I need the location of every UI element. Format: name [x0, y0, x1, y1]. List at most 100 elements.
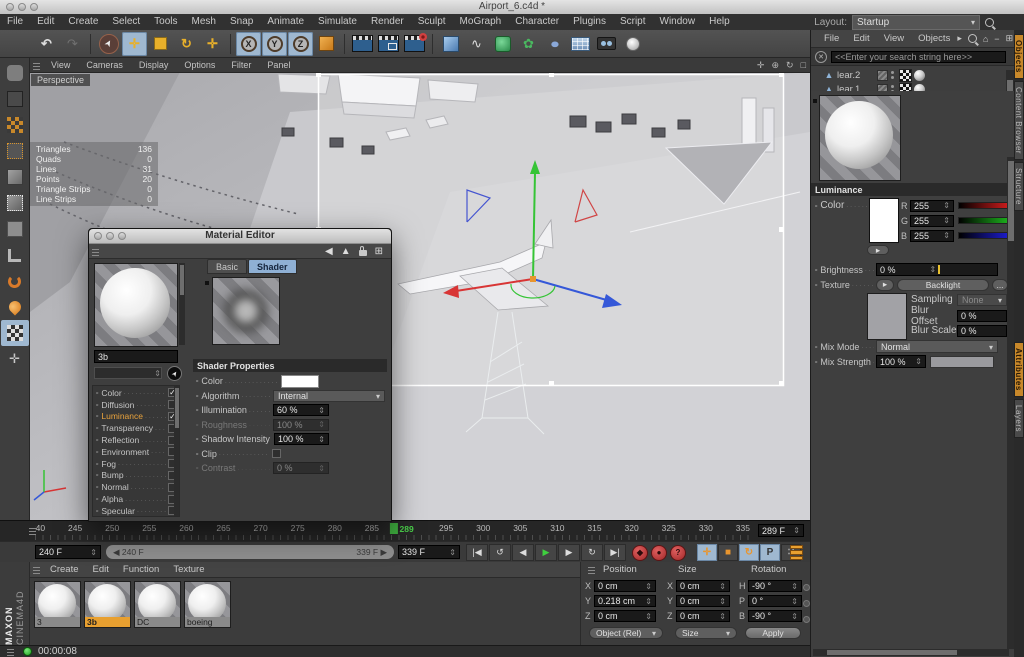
- menu-item[interactable]: Select: [105, 14, 147, 30]
- paint-button[interactable]: [1, 294, 29, 320]
- object-manager-menu-item[interactable]: View: [877, 33, 911, 44]
- stepper-icon[interactable]: [915, 357, 922, 366]
- menu-item[interactable]: Edit: [30, 14, 61, 30]
- add-deformer-button[interactable]: ●: [542, 32, 567, 56]
- visibility-dots-icon[interactable]: [891, 71, 894, 79]
- polygons-mode-button[interactable]: [1, 216, 29, 242]
- channel-row[interactable]: ∘ Fog: [93, 458, 179, 470]
- material-thumbnail[interactable]: 3: [34, 581, 81, 628]
- back-arrow-icon[interactable]: ◀: [325, 246, 333, 257]
- rotation-p-field[interactable]: 0 °: [748, 595, 802, 607]
- preview-type-select[interactable]: [94, 367, 162, 379]
- stepper-icon[interactable]: [449, 548, 456, 557]
- coordinate-system-button[interactable]: [314, 32, 339, 56]
- play-button[interactable]: ▶: [535, 544, 557, 561]
- object-manager-menu-item[interactable]: File: [817, 33, 846, 44]
- illumination-field[interactable]: 60 %: [273, 404, 329, 416]
- zoom-view-icon[interactable]: ⊕: [771, 60, 779, 71]
- toggle-view-icon[interactable]: □: [801, 60, 806, 70]
- previous-frame-button[interactable]: ◀: [512, 544, 534, 561]
- shader-color-swatch[interactable]: [281, 375, 319, 388]
- channel-row[interactable]: ∘ Specular: [93, 505, 179, 517]
- menu-item[interactable]: Sculpt: [411, 14, 453, 30]
- record-parameter-toggle[interactable]: P: [760, 544, 780, 561]
- side-tab[interactable]: Objects: [1014, 34, 1024, 79]
- drag-handle-icon[interactable]: [92, 247, 99, 256]
- mix-strength-slider[interactable]: [930, 356, 994, 368]
- record-rotation-toggle[interactable]: ↻: [739, 544, 759, 561]
- move-tool-button[interactable]: ✛: [122, 32, 147, 56]
- minimize-icon[interactable]: −: [994, 34, 999, 44]
- rgb-field[interactable]: 255: [910, 200, 954, 212]
- object-manager-menu-item[interactable]: Edit: [846, 33, 876, 44]
- texture-axis-button[interactable]: [1, 138, 29, 164]
- preview-range-slider[interactable]: ◀ 240 F339 F ▶: [106, 545, 394, 559]
- position-x-field[interactable]: 0 cm: [594, 580, 656, 592]
- expand-toggle-icon[interactable]: [813, 71, 822, 80]
- menu-item[interactable]: Window: [653, 14, 703, 30]
- rotate-tool-button[interactable]: ↻: [174, 32, 199, 56]
- range-end-field[interactable]: 339 F: [398, 545, 460, 559]
- stepper-icon[interactable]: [318, 406, 325, 415]
- texture-expand-button[interactable]: ▸: [876, 279, 894, 291]
- add-camera-button[interactable]: [594, 32, 619, 56]
- undo-button[interactable]: ↶: [34, 32, 59, 56]
- rgb-field[interactable]: 255: [910, 230, 954, 242]
- material-large-preview[interactable]: [819, 95, 901, 181]
- material-thumbnail[interactable]: 3b: [84, 581, 131, 628]
- material-name-field[interactable]: 3b: [94, 350, 178, 363]
- lock-y-axis-button[interactable]: Y: [262, 32, 287, 56]
- drag-handle-icon[interactable]: [33, 61, 40, 70]
- last-tool-button[interactable]: ✛: [200, 32, 225, 56]
- material-menu-item[interactable]: Function: [116, 564, 166, 575]
- channel-row[interactable]: ∘ Environment: [93, 446, 179, 458]
- snap-button[interactable]: [1, 268, 29, 294]
- next-frame-button[interactable]: ▶: [558, 544, 580, 561]
- mix-mode-select[interactable]: Normal: [876, 340, 998, 353]
- stepper-icon[interactable]: [943, 201, 950, 210]
- drag-handle-icon[interactable]: [588, 565, 595, 574]
- render-region-button[interactable]: [376, 32, 401, 56]
- more-menus-icon[interactable]: ▸: [957, 33, 962, 44]
- search-icon[interactable]: [985, 18, 994, 27]
- record-position-toggle[interactable]: ✛: [697, 544, 717, 561]
- brightness-field[interactable]: 0 %: [876, 263, 998, 276]
- stepper-icon[interactable]: [793, 526, 800, 535]
- viewport-menu-item[interactable]: Cameras: [78, 58, 131, 72]
- channel-row[interactable]: ∘ Alpha: [93, 493, 179, 505]
- timeline-ruler[interactable]: 240 245 250 255: [0, 520, 810, 542]
- mix-strength-field[interactable]: 100 %: [876, 355, 926, 368]
- stepper-icon[interactable]: [943, 231, 950, 240]
- axis-mode-button[interactable]: ✛: [1, 346, 29, 372]
- texture-more-button[interactable]: ...: [992, 279, 1008, 291]
- position-z-field[interactable]: 0 cm: [594, 610, 656, 622]
- blur-offset-field[interactable]: 0 %: [957, 310, 1007, 322]
- scale-tool-button[interactable]: [148, 32, 173, 56]
- texture-checker-button[interactable]: [1, 112, 29, 138]
- make-editable-button[interactable]: [1, 60, 29, 86]
- shader-preview[interactable]: [212, 277, 280, 345]
- channel-row[interactable]: ∘ Diffusion: [93, 399, 179, 411]
- menu-item[interactable]: Character: [508, 14, 566, 30]
- viewport-menu-item[interactable]: View: [43, 58, 78, 72]
- lock-x-axis-button[interactable]: X: [236, 32, 261, 56]
- redo-button[interactable]: ↷: [60, 32, 85, 56]
- autokeying-button[interactable]: ●: [651, 545, 667, 561]
- stepper-icon[interactable]: [930, 265, 937, 274]
- viewport-menu-item[interactable]: Options: [176, 58, 223, 72]
- record-scale-toggle[interactable]: ■: [718, 544, 738, 561]
- color-expand-button[interactable]: ▸: [867, 245, 889, 255]
- side-tab[interactable]: Structure: [1014, 162, 1024, 211]
- object-mode-button[interactable]: [1, 164, 29, 190]
- points-mode-button[interactable]: [1, 190, 29, 216]
- clear-search-icon[interactable]: ✕: [815, 51, 827, 63]
- add-cube-button[interactable]: [438, 32, 463, 56]
- material-menu-item[interactable]: Texture: [166, 564, 211, 575]
- menu-item[interactable]: Script: [613, 14, 653, 30]
- rotate-view-icon[interactable]: ↻: [786, 60, 794, 71]
- menu-item[interactable]: Plugins: [566, 14, 613, 30]
- side-tab[interactable]: Layers: [1014, 399, 1024, 438]
- side-tab[interactable]: Content Browser: [1014, 81, 1024, 160]
- goto-start-button[interactable]: |◀: [466, 544, 488, 561]
- stepper-icon[interactable]: [943, 216, 950, 225]
